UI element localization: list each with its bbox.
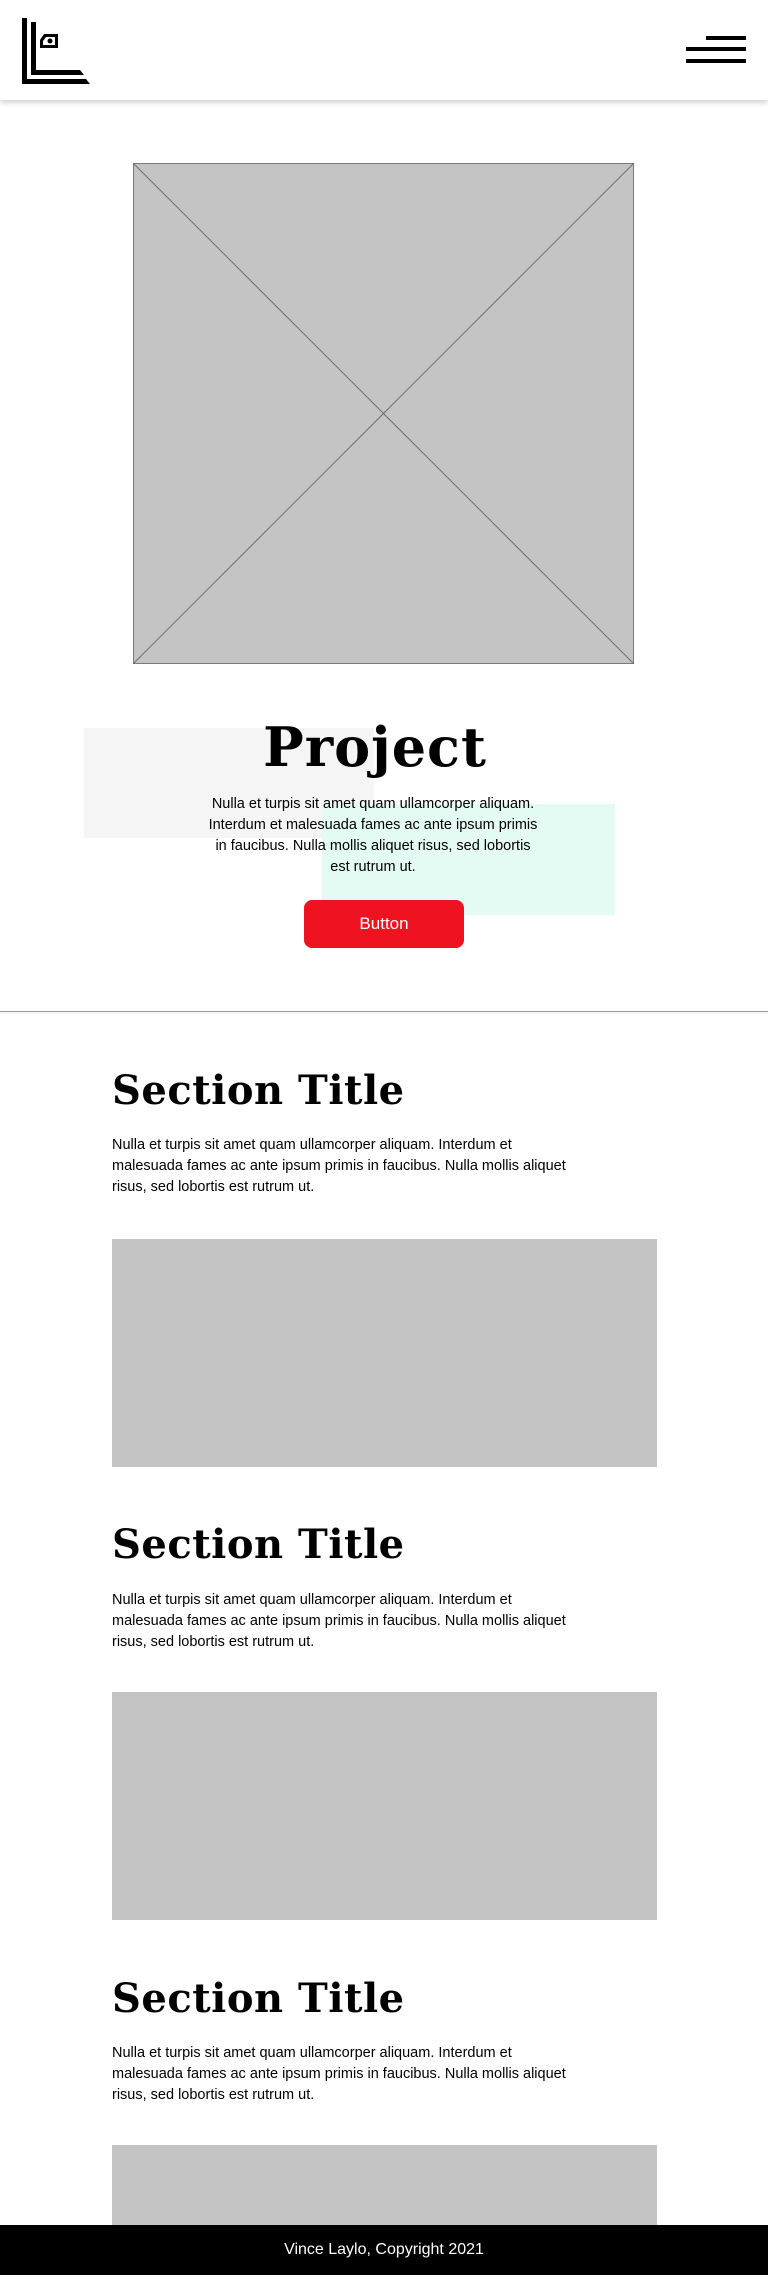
- section-description: Nulla et turpis sit amet quam ullamcorpe…: [112, 2045, 566, 2103]
- section-description: Nulla et turpis sit amet quam ullamcorpe…: [112, 1592, 566, 1650]
- site-footer: Vince Laylo, Copyright 2021: [0, 2225, 768, 2275]
- section-title: Section Title: [112, 1975, 405, 2022]
- section-divider: [0, 1011, 768, 1012]
- page-title: Project: [263, 715, 487, 779]
- hamburger-menu-icon[interactable]: [686, 34, 746, 66]
- site-header: [0, 0, 768, 100]
- logo-mark-icon[interactable]: [22, 18, 90, 84]
- project-description: Nulla et turpis sit amet quam ullamcorpe…: [208, 796, 538, 875]
- section-title: Section Title: [112, 1521, 405, 1568]
- section-description: Nulla et turpis sit amet quam ullamcorpe…: [112, 1137, 566, 1195]
- footer-copyright: Vince Laylo, Copyright 2021: [284, 2241, 484, 2258]
- primary-button[interactable]: Button: [304, 900, 464, 948]
- section-image-placeholder: [112, 1692, 657, 1920]
- section-title: Section Title: [112, 1067, 405, 1114]
- image-placeholder-icon: [132, 162, 635, 665]
- section-image-placeholder: [112, 1239, 657, 1467]
